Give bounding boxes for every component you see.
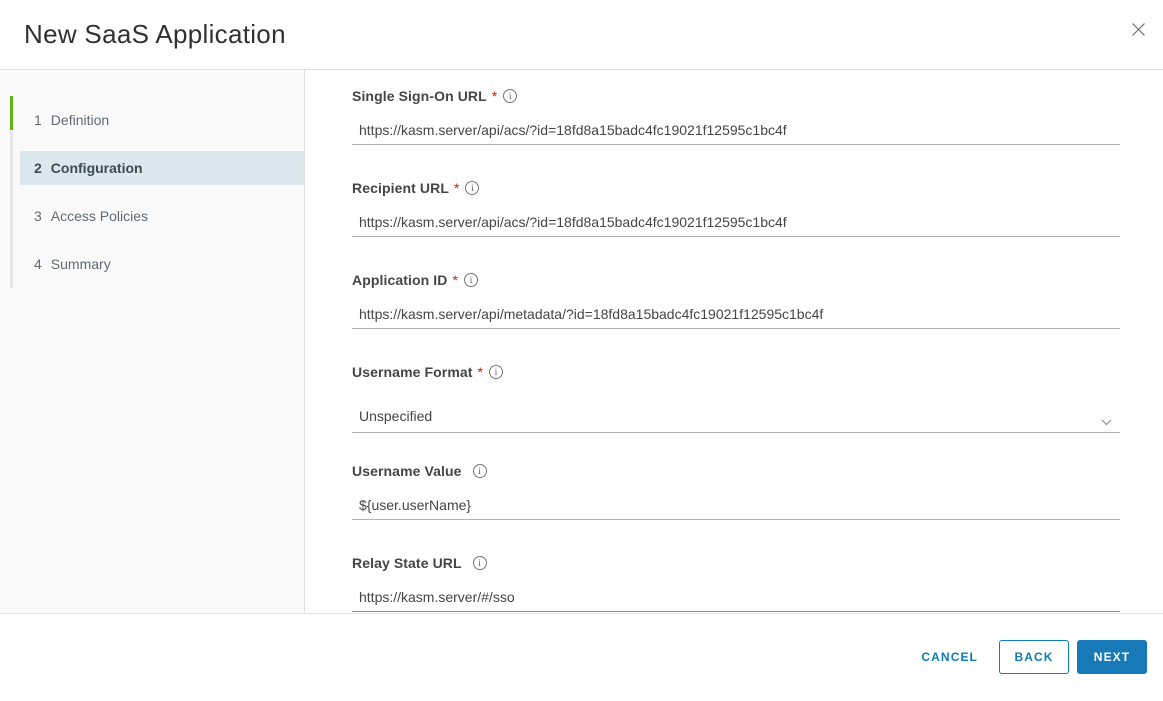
info-icon[interactable]: i	[503, 89, 518, 103]
required-asterisk: *	[453, 180, 460, 196]
field-relay-state-url: Relay State URL i	[352, 553, 1120, 612]
sidebar-item-access-policies[interactable]: 3 Access Policies	[20, 192, 304, 240]
info-icon[interactable]: i	[472, 464, 487, 478]
field-recipient-url: Recipient URL * i	[352, 178, 1120, 237]
field-username-format: Username Format * i Unspecified	[352, 362, 1120, 433]
step-number: 1	[34, 112, 42, 128]
required-asterisk: *	[477, 364, 483, 380]
step-label: Access Policies	[50, 208, 149, 224]
info-icon[interactable]: i	[472, 556, 487, 570]
step-progress-indicator	[10, 96, 13, 130]
recipient-url-input[interactable]	[352, 211, 1120, 237]
cancel-button[interactable]: CANCEL	[909, 640, 990, 674]
required-asterisk: *	[452, 272, 458, 288]
steps-list: 1 Definition 2 Configuration 3 Access Po…	[0, 96, 304, 288]
step-number: 2	[34, 160, 42, 176]
page-title: New SaaS Application	[24, 19, 286, 49]
info-icon[interactable]: i	[489, 365, 503, 379]
step-label: Summary	[50, 256, 111, 272]
relay-state-url-input[interactable]	[352, 586, 1120, 612]
sidebar-item-summary[interactable]: 4 Summary	[20, 240, 304, 288]
field-label: Username Value	[352, 463, 462, 479]
field-single-sign-on-url: Single Sign-On URL * i	[352, 86, 1120, 145]
field-label: Relay State URL	[352, 555, 462, 571]
step-label: Definition	[50, 112, 110, 128]
step-progress-rail	[10, 96, 13, 288]
field-label: Username Format	[352, 364, 473, 380]
field-username-value: Username Value i	[352, 461, 1120, 520]
sidebar-item-configuration[interactable]: 2 Configuration	[20, 144, 304, 192]
username-value-input[interactable]	[352, 494, 1120, 520]
required-asterisk: *	[491, 88, 498, 104]
field-label: Recipient URL	[352, 180, 449, 196]
step-number: 3	[34, 208, 42, 224]
sidebar-item-definition[interactable]: 1 Definition	[20, 96, 304, 144]
close-icon	[1131, 22, 1146, 40]
dialog-footer: CANCEL BACK NEXT	[0, 614, 1163, 700]
back-button[interactable]: BACK	[999, 640, 1069, 674]
wizard-steps-sidebar: 1 Definition 2 Configuration 3 Access Po…	[0, 70, 305, 613]
application-id-input[interactable]	[352, 303, 1120, 329]
close-button[interactable]	[1127, 20, 1149, 42]
step-label: Configuration	[50, 160, 143, 176]
dialog-body: 1 Definition 2 Configuration 3 Access Po…	[0, 70, 1163, 614]
field-label: Single Sign-On URL	[352, 88, 487, 104]
single-sign-on-url-input[interactable]	[352, 119, 1120, 145]
username-format-select[interactable]: Unspecified	[352, 400, 1120, 433]
step-number: 4	[34, 256, 42, 272]
info-icon[interactable]: i	[463, 273, 478, 287]
configuration-form: Single Sign-On URL * i Recipient URL * i…	[305, 70, 1163, 613]
field-application-id: Application ID * i	[352, 270, 1120, 329]
dialog-header: New SaaS Application	[0, 0, 1163, 70]
field-label: Application ID	[352, 272, 448, 288]
next-button[interactable]: NEXT	[1077, 640, 1147, 674]
info-icon[interactable]: i	[465, 181, 480, 195]
chevron-down-icon	[1101, 413, 1112, 429]
selected-option: Unspecified	[359, 408, 433, 424]
